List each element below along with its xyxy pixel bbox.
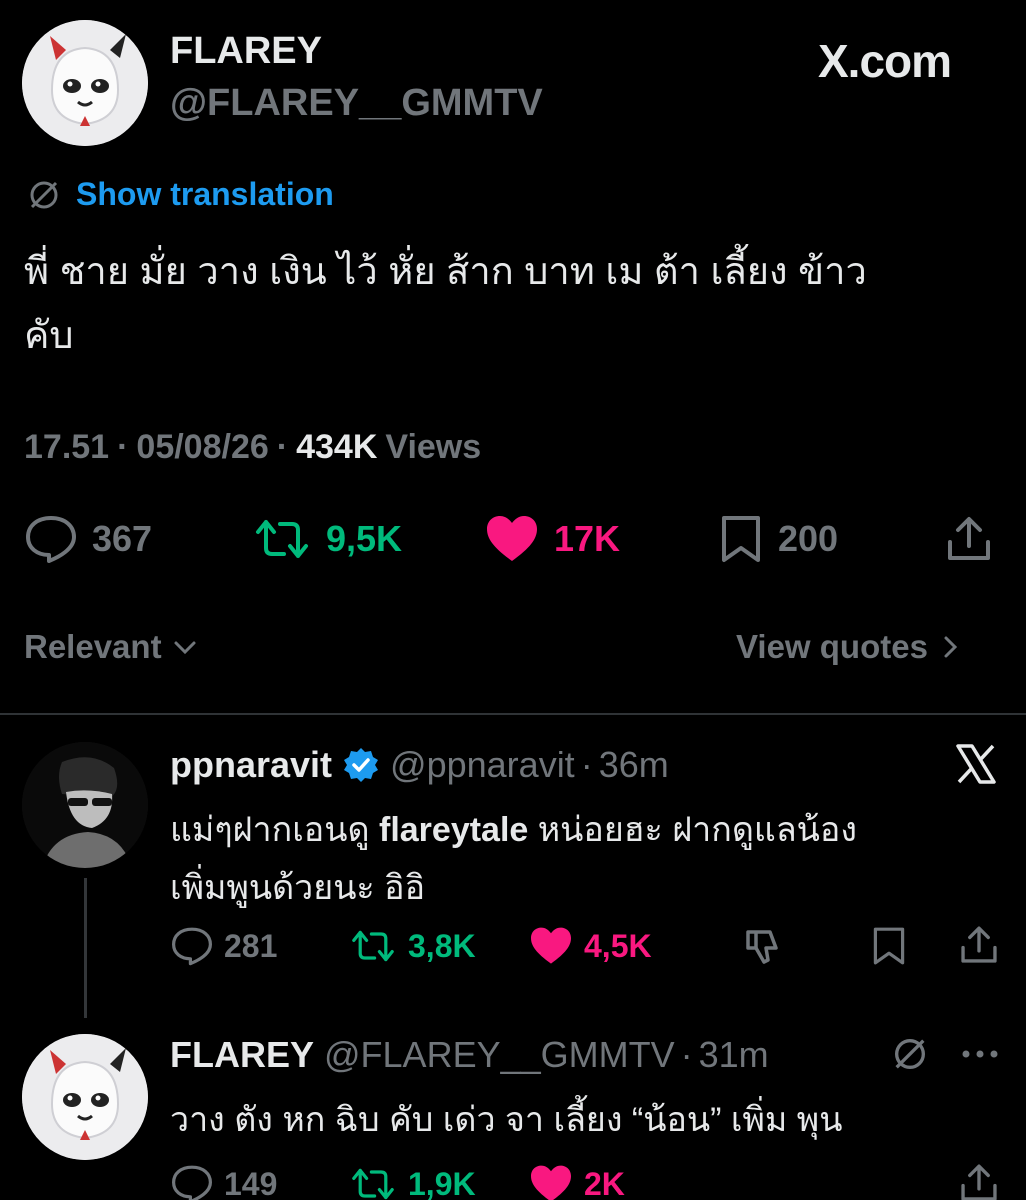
reply2-like-button[interactable]: 2K — [528, 1164, 625, 1200]
sort-dropdown[interactable]: Relevant — [24, 628, 198, 666]
separator: · — [580, 744, 593, 785]
avatar-ppnaravit[interactable] — [22, 742, 148, 868]
heart-icon — [528, 1164, 574, 1200]
translate-icon — [26, 177, 62, 213]
chevron-down-icon — [172, 637, 198, 657]
separator: · — [117, 428, 129, 466]
reply2-reply-count: 149 — [224, 1165, 278, 1200]
views-count[interactable]: 434K — [296, 428, 377, 467]
reply1-display-name[interactable]: ppnaravit — [170, 744, 332, 786]
handle[interactable]: @FLAREY__GMMTV — [170, 82, 543, 125]
heart-icon — [484, 514, 540, 564]
reply1-text-part: แม่ๆฝากเอนดู — [170, 811, 379, 849]
reply-icon — [170, 1164, 214, 1200]
view-quotes-link[interactable]: View quotes — [736, 628, 960, 666]
reply1-text-part: หน่อยฮะ ฝากดูแลน้อง — [528, 811, 857, 849]
reply1-reply-count: 281 — [224, 927, 278, 964]
avatar-flarey[interactable] — [22, 20, 148, 146]
bookmark-icon[interactable] — [870, 926, 908, 966]
repost-icon — [252, 514, 312, 564]
tweet-time[interactable]: 17.51 — [24, 428, 109, 467]
view-quotes-label: View quotes — [736, 628, 928, 665]
tweet-date[interactable]: 05/08/26 — [136, 428, 268, 467]
show-translation-link[interactable]: Show translation — [76, 176, 334, 213]
reply2-text-line1: วาง ตัง หก ฉิบ คับ เด่ว จา เลี้ยง “น้อน”… — [170, 1101, 843, 1139]
like-button[interactable]: 17K — [484, 514, 620, 564]
reply1-age[interactable]: 36m — [599, 744, 669, 786]
tweet-text-line2: คับ — [24, 315, 74, 357]
share-icon[interactable] — [944, 514, 994, 564]
repost-icon — [348, 926, 398, 966]
reply-button[interactable]: 367 — [24, 514, 152, 564]
reply-count: 367 — [92, 518, 153, 559]
reply1-repost-button[interactable]: 3,8K — [348, 926, 476, 966]
avatar-flarey[interactable] — [22, 1034, 148, 1160]
views-label: Views — [385, 428, 482, 466]
reply-icon — [170, 926, 214, 966]
separator: · — [680, 1034, 693, 1075]
reply2-header: FLAREY @FLAREY__GMMTV · 31m — [170, 1034, 769, 1076]
reply-icon — [24, 514, 78, 564]
share-icon[interactable] — [958, 1162, 1000, 1200]
reply1-reply-button[interactable]: 281 — [170, 926, 277, 966]
tweet-text-line1: พี่ ชาย มั่ย วาง เงิน ไว้ หั่ย ส้าก บาท … — [24, 251, 867, 293]
reply1-handle[interactable]: @ppnaravit — [390, 744, 575, 786]
dislike-icon[interactable] — [742, 926, 786, 966]
reply2-repost-button[interactable]: 1,9K — [348, 1164, 476, 1200]
display-name[interactable]: FLAREY — [170, 30, 322, 73]
like-count: 17K — [554, 518, 621, 559]
reply1-text-line1: แม่ๆฝากเอนดู flareytale หน่อยฮะ ฝากดูแลน… — [170, 802, 857, 856]
heart-icon — [528, 926, 574, 966]
source-logo-text: X.com — [818, 35, 952, 87]
reply1-repost-count: 3,8K — [408, 927, 476, 964]
reply2-display-name[interactable]: FLAREY — [170, 1034, 314, 1076]
reply1-mention[interactable]: flareytale — [379, 811, 528, 849]
chevron-right-icon — [940, 633, 960, 661]
reply1-like-count: 4,5K — [584, 927, 652, 964]
bookmark-icon — [718, 514, 764, 564]
reply1-header: ppnaravit @ppnaravit · 36m — [170, 744, 669, 786]
x-com-logo: X.com — [818, 34, 952, 88]
reply2-reply-button[interactable]: 149 — [170, 1164, 277, 1200]
divider — [0, 713, 1026, 715]
show-translation-row[interactable]: Show translation — [26, 176, 334, 213]
bookmark-count: 200 — [778, 518, 839, 559]
repost-button[interactable]: 9,5K — [252, 514, 402, 564]
repost-count: 9,5K — [326, 518, 403, 559]
reply2-like-count: 2K — [584, 1165, 625, 1200]
translate-icon — [890, 1034, 930, 1074]
reply1-like-button[interactable]: 4,5K — [528, 926, 652, 966]
separator: · — [276, 428, 289, 466]
more-options-icon[interactable] — [960, 1048, 1000, 1060]
repost-icon — [348, 1164, 398, 1200]
x-logo-icon — [952, 740, 1000, 788]
reply2-age[interactable]: 31m — [699, 1034, 769, 1076]
sort-label: Relevant — [24, 628, 162, 665]
thread-line — [84, 878, 87, 1018]
reply2-handle[interactable]: @FLAREY__GMMTV — [324, 1034, 675, 1076]
reply1-text-line2: เพิ่มพูนด้วยนะ อิอิ — [170, 869, 425, 907]
share-icon[interactable] — [958, 924, 1000, 966]
reply2-repost-count: 1,9K — [408, 1165, 476, 1200]
verified-badge-icon — [342, 746, 380, 784]
bookmark-button[interactable]: 200 — [718, 514, 838, 564]
tweet-meta: 17.51 · 05/08/26 · 434K Views — [24, 428, 481, 467]
